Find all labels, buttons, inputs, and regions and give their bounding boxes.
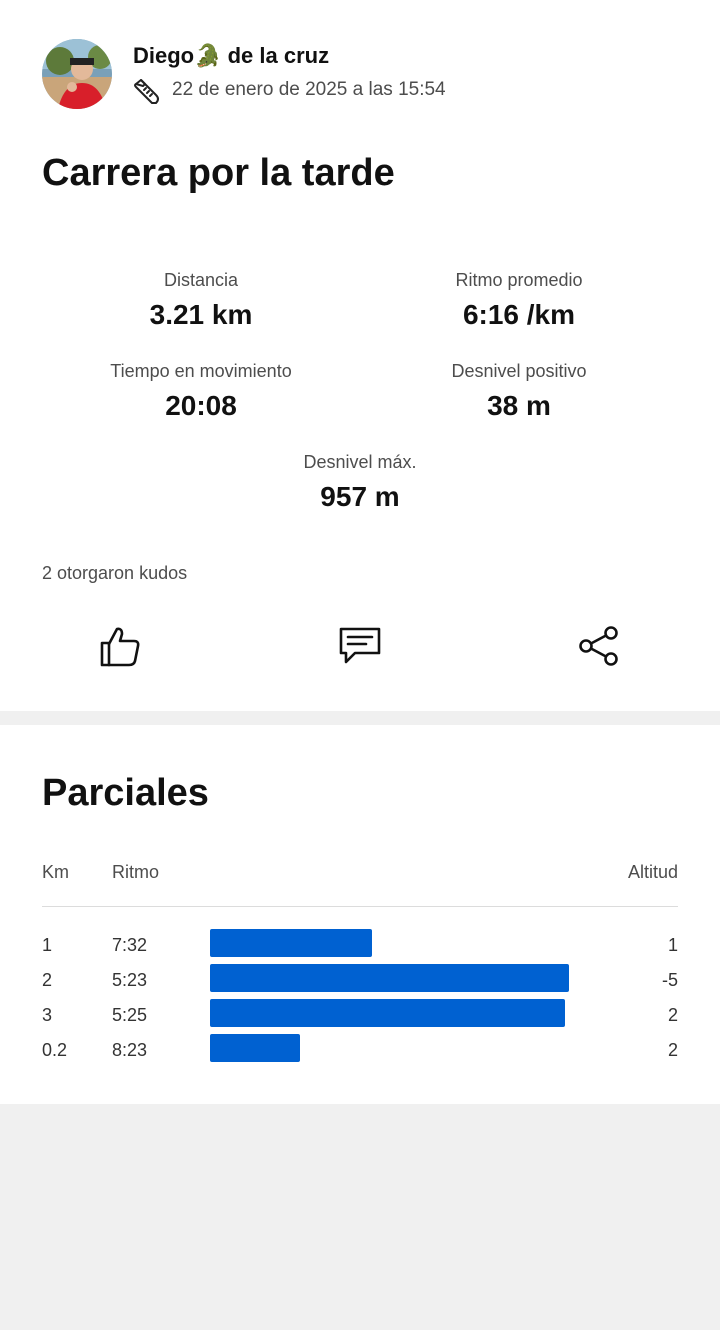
split-altitude: -5 [661, 970, 678, 990]
comment-button[interactable] [336, 622, 384, 674]
avatar[interactable] [42, 39, 112, 109]
comment-icon [338, 626, 382, 671]
split-row: 2 5:23 -5 [0, 964, 720, 999]
stat-label: Tiempo en movimiento [110, 361, 292, 381]
split-pace: 8:23 [112, 1040, 148, 1060]
split-km: 3 [42, 1005, 53, 1025]
kudos-button[interactable] [96, 622, 144, 674]
stat-distance: Distancia 3.21 km [41, 268, 361, 332]
stat-pace: Ritmo promedio 6:16 /km [359, 268, 679, 332]
stat-moving-time: Tiempo en movimiento 20:08 [41, 359, 361, 423]
stat-value: 957 m [320, 481, 400, 512]
stat-elevation-gain: Desnivel positivo 38 m [359, 359, 679, 423]
share-button[interactable] [575, 622, 623, 674]
stat-value: 38 m [487, 390, 551, 421]
split-row: 0.2 8:23 2 [0, 1034, 720, 1069]
split-pace-bar [210, 999, 565, 1027]
column-header-altitude: Altitud [627, 862, 678, 882]
split-altitude: 2 [667, 1005, 678, 1025]
split-pace-bar [210, 1034, 300, 1062]
split-altitude: 2 [667, 1040, 678, 1060]
split-pace-bar [210, 929, 372, 957]
share-icon [577, 625, 621, 672]
divider [42, 906, 678, 907]
split-km: 1 [42, 935, 53, 955]
stat-label: Desnivel positivo [451, 361, 587, 381]
stat-label: Distancia [163, 270, 239, 290]
stat-label: Desnivel máx. [303, 452, 417, 472]
kudos-count[interactable]: 2 otorgaron kudos [42, 563, 187, 584]
activity-card: Diego🐊 de la cruz 22 de enero de 2025 a … [0, 0, 720, 711]
split-pace-bar [210, 964, 569, 992]
running-shoe-icon [132, 76, 162, 106]
split-km: 2 [42, 970, 53, 990]
athlete-name[interactable]: Diego🐊 de la cruz [133, 43, 329, 69]
activity-title: Carrera por la tarde [42, 152, 395, 194]
split-km: 0.2 [42, 1040, 68, 1060]
split-row: 3 5:25 2 [0, 999, 720, 1034]
stat-value: 6:16 /km [462, 299, 576, 330]
split-altitude: 1 [667, 935, 678, 955]
column-header-km: Km [42, 862, 69, 882]
split-pace: 5:23 [112, 970, 148, 990]
split-row: 1 7:32 1 [0, 929, 720, 964]
stat-max-elevation: Desnivel máx. 957 m [200, 450, 520, 514]
thumbs-up-icon [99, 624, 141, 673]
stat-value: 20:08 [165, 390, 237, 421]
split-pace: 5:25 [112, 1005, 148, 1025]
activity-date: 22 de enero de 2025 a las 15:54 [172, 79, 446, 100]
stat-label: Ritmo promedio [455, 270, 583, 290]
split-pace: 7:32 [112, 935, 148, 955]
stat-value: 3.21 km [149, 299, 253, 330]
column-header-pace: Ritmo [112, 862, 160, 882]
splits-card: Parciales Km Ritmo Altitud 1 7:32 1 2 5:… [0, 725, 720, 1104]
splits-title: Parciales [42, 772, 209, 814]
